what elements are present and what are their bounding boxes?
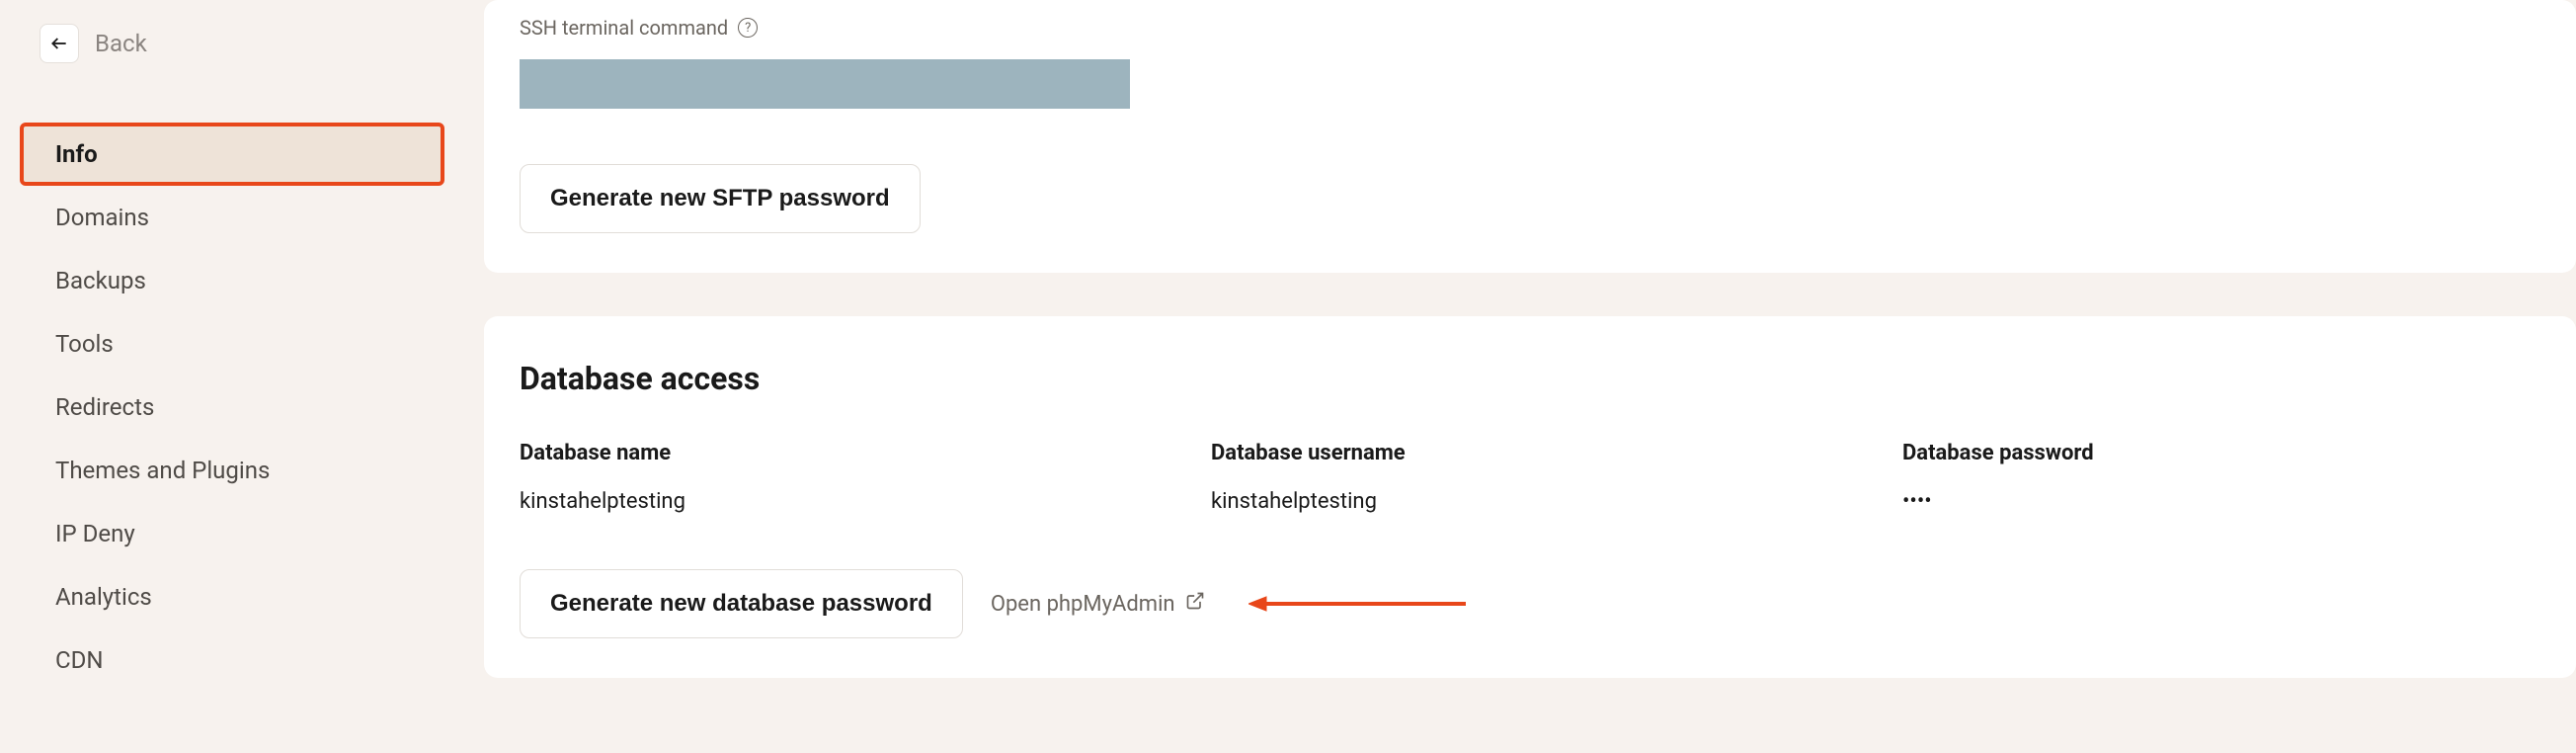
ssh-command-label: SSH terminal command	[520, 16, 728, 40]
database-name-column: Database name kinstahelptesting	[520, 441, 1211, 514]
ssh-label-row: SSH terminal command ?	[520, 16, 2540, 40]
link-label: Open phpMyAdmin	[991, 592, 1175, 617]
sidebar-item-ip-deny[interactable]: IP Deny	[20, 502, 444, 565]
sidebar-item-label: Themes and Plugins	[55, 457, 270, 484]
sidebar-item-tools[interactable]: Tools	[20, 312, 444, 376]
sidebar-item-label: Info	[55, 140, 98, 168]
sidebar-item-redirects[interactable]: Redirects	[20, 376, 444, 439]
main-content: SSH terminal command ? Generate new SFTP…	[464, 0, 2576, 753]
database-section-title: Database access	[520, 360, 2540, 397]
ssh-command-redacted	[520, 59, 1130, 109]
sftp-card: SSH terminal command ? Generate new SFTP…	[484, 0, 2576, 273]
database-actions: Generate new database password Open phpM…	[520, 569, 2540, 638]
back-label: Back	[95, 30, 147, 57]
button-label: Generate new SFTP password	[550, 185, 890, 212]
database-username-value: kinstahelptesting	[1211, 489, 1902, 514]
database-name-value: kinstahelptesting	[520, 489, 1211, 514]
help-icon[interactable]: ?	[738, 18, 758, 38]
sidebar-item-label: Backups	[55, 267, 146, 294]
back-row: Back	[20, 24, 444, 63]
sidebar-item-analytics[interactable]: Analytics	[20, 565, 444, 628]
generate-db-password-button[interactable]: Generate new database password	[520, 569, 963, 638]
database-grid: Database name kinstahelptesting Database…	[520, 441, 2540, 514]
sidebar-item-backups[interactable]: Backups	[20, 249, 444, 312]
sidebar-item-label: Tools	[55, 330, 114, 358]
sidebar-item-label: Redirects	[55, 393, 154, 421]
generate-sftp-password-button[interactable]: Generate new SFTP password	[520, 164, 921, 233]
external-link-icon	[1185, 591, 1205, 617]
sidebar: Back Info Domains Backups Tools Redirect…	[0, 0, 464, 753]
database-password-column: Database password ••••	[1902, 441, 2540, 514]
database-password-value: ••••	[1902, 489, 2540, 514]
open-phpmyadmin-link[interactable]: Open phpMyAdmin	[991, 591, 1205, 617]
database-password-label: Database password	[1902, 441, 2540, 465]
arrow-left-icon	[49, 34, 69, 53]
sidebar-item-label: Domains	[55, 204, 149, 231]
sidebar-item-cdn[interactable]: CDN	[20, 628, 444, 692]
database-username-column: Database username kinstahelptesting	[1211, 441, 1902, 514]
database-card: Database access Database name kinstahelp…	[484, 316, 2576, 678]
back-button[interactable]	[40, 24, 79, 63]
annotation-arrow	[1248, 595, 1466, 613]
sidebar-item-info[interactable]: Info	[20, 123, 444, 186]
sidebar-item-themes-plugins[interactable]: Themes and Plugins	[20, 439, 444, 502]
database-username-label: Database username	[1211, 441, 1902, 465]
nav-list: Info Domains Backups Tools Redirects The…	[20, 123, 444, 692]
button-label: Generate new database password	[550, 590, 932, 618]
sidebar-item-domains[interactable]: Domains	[20, 186, 444, 249]
sidebar-item-label: CDN	[55, 646, 104, 674]
sidebar-item-label: Analytics	[55, 583, 152, 611]
database-name-label: Database name	[520, 441, 1211, 465]
sidebar-item-label: IP Deny	[55, 520, 135, 547]
